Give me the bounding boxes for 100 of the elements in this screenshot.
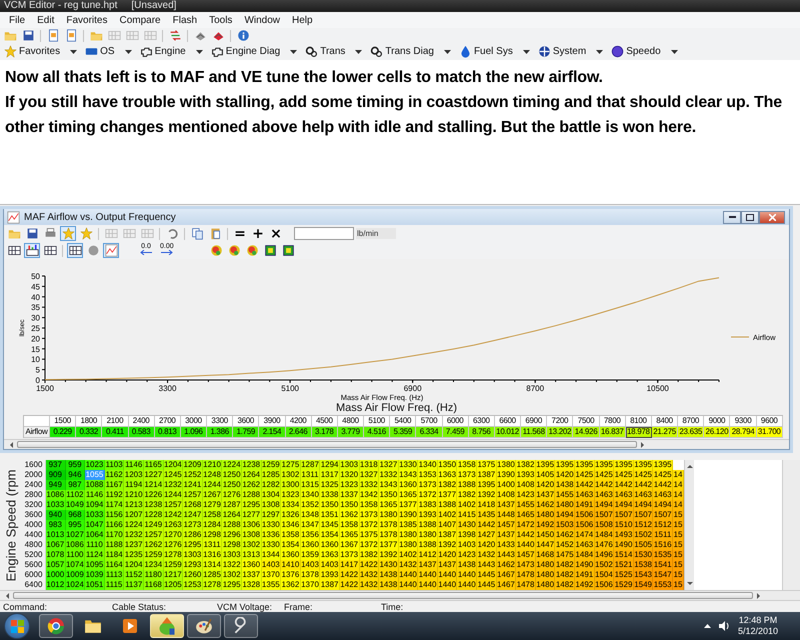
table-cell[interactable]: 1494 (555, 510, 576, 521)
table-cell[interactable]: 1146 (124, 460, 144, 471)
table-cell[interactable]: 1338 (320, 490, 340, 501)
table-cell[interactable]: 15 (673, 530, 684, 541)
table-cell[interactable]: 1403 (320, 560, 340, 571)
table-cell[interactable]: 1253 (183, 580, 203, 591)
vertical-scrollbar[interactable] (782, 460, 800, 590)
table-cell[interactable]: 1408 (516, 480, 536, 491)
table-cell[interactable]: 1235 (124, 550, 144, 561)
table-cell[interactable]: 1350 (320, 500, 340, 511)
table-cell[interactable]: 1402 (457, 500, 478, 511)
table-cell[interactable]: 14.926 (573, 427, 600, 438)
table-cell[interactable]: 28.794 (730, 427, 757, 438)
table-cell[interactable]: 1288 (222, 520, 242, 531)
table-cell[interactable]: 1425 (614, 470, 634, 481)
table-cell[interactable]: 1354 (320, 530, 340, 541)
table-cell[interactable]: 13.202 (547, 427, 574, 438)
operation-button[interactable]: + (250, 226, 266, 241)
table-cell[interactable]: 1494 (653, 500, 673, 511)
table-cell[interactable]: 1298 (222, 540, 242, 551)
table-cell[interactable]: 1463 (575, 540, 595, 551)
table-cell[interactable]: 1372 (418, 490, 438, 501)
table-cell[interactable]: 1521 (614, 560, 634, 571)
table-cell[interactable]: 1442 (477, 520, 497, 531)
table-cell[interactable]: 1094 (85, 500, 105, 511)
table-cell[interactable]: 1358 (281, 530, 301, 541)
table-cell[interactable]: 1507 (614, 510, 634, 521)
table-cell[interactable]: 1388 (418, 520, 438, 531)
table-cell[interactable]: 1224 (222, 460, 242, 471)
table-cell[interactable]: 1373 (418, 480, 438, 491)
table-cell[interactable]: 21.275 (652, 427, 678, 438)
table-cell[interactable]: 1377 (379, 540, 399, 551)
table-cell[interactable]: 1438 (555, 480, 576, 491)
table-cell[interactable]: 1463 (575, 490, 595, 501)
table-cell[interactable]: 1507 (653, 510, 673, 521)
table-cell[interactable]: 1346 (281, 520, 301, 531)
table-cell[interactable]: 1380 (418, 530, 438, 541)
table-cell[interactable]: 14 (673, 500, 684, 511)
menu-item[interactable]: Compare (113, 14, 167, 26)
table-cell[interactable]: 1393 (418, 510, 438, 521)
clock-time[interactable]: 12:48 PM (738, 615, 778, 626)
table-cell[interactable]: 1442 (614, 480, 634, 491)
table-cell[interactable]: 1395 (555, 460, 576, 471)
table-cell[interactable]: 15 (673, 540, 684, 551)
table-cell[interactable]: 1332 (379, 470, 399, 481)
table-cell[interactable]: 1438 (379, 580, 399, 591)
table-cell[interactable]: 1250 (222, 470, 242, 481)
table-cell[interactable]: 6.334 (416, 427, 443, 438)
table-cell[interactable]: 1209 (183, 460, 203, 471)
nav-menu-button[interactable]: Favorites (2, 44, 82, 59)
table-cell[interactable]: 1383 (418, 500, 438, 511)
table-cell[interactable]: 909 (46, 470, 66, 481)
table-cell[interactable]: 1541 (653, 560, 673, 571)
table-cell[interactable]: 1207 (124, 510, 144, 521)
table-cell[interactable]: 14 (673, 470, 684, 481)
table-cell[interactable]: 1210 (124, 490, 144, 501)
table-cell[interactable]: 1110 (85, 540, 105, 551)
operation-button[interactable]: × (268, 226, 284, 241)
table-cell[interactable]: 1511 (653, 530, 673, 541)
nav-menu-button[interactable]: OS (83, 44, 136, 59)
table-cell[interactable]: 1482 (555, 580, 576, 591)
horizontal-scrollbar[interactable] (4, 439, 789, 449)
table-cell[interactable]: 1146 (85, 490, 105, 501)
table-cell[interactable]: 1432 (477, 550, 497, 561)
table-cell[interactable]: 1415 (457, 510, 478, 521)
table-cell[interactable]: 1403 (457, 540, 478, 551)
table-cell[interactable]: 1358 (457, 460, 478, 471)
value-input[interactable] (294, 227, 354, 240)
table-cell[interactable]: 1514 (614, 550, 634, 561)
table-cell[interactable]: 1086 (46, 490, 66, 501)
table-cell[interactable]: 1491 (575, 570, 595, 581)
clock-date[interactable]: 5/12/2010 (738, 626, 778, 637)
table-cell[interactable]: 1354 (281, 540, 301, 551)
table-cell[interactable]: 1047 (85, 520, 105, 531)
table-cell[interactable]: 1445 (477, 570, 497, 581)
table-cell[interactable]: 1395 (614, 460, 634, 471)
table-cell[interactable]: 1425 (575, 470, 595, 481)
menu-item[interactable]: File (3, 14, 32, 26)
table-cell[interactable]: 26.120 (704, 427, 730, 438)
table-cell[interactable]: 1490 (614, 540, 634, 551)
table-cell[interactable]: 1430 (457, 520, 478, 531)
table-cell[interactable]: 3.178 (312, 427, 338, 438)
table-cell[interactable]: 1287 (222, 500, 242, 511)
table-cell[interactable]: 1437 (418, 560, 438, 571)
table-cell[interactable]: 1442 (653, 480, 673, 491)
taskbar-button[interactable] (224, 614, 258, 638)
close-button[interactable] (759, 210, 785, 224)
table-cell[interactable]: 1302 (222, 570, 242, 581)
table-cell[interactable]: 1423 (457, 550, 478, 561)
table-cell[interactable]: 1395 (575, 460, 595, 471)
table-cell[interactable]: 1295 (222, 580, 242, 591)
table-cell[interactable]: 940 (46, 510, 66, 521)
table-cell[interactable]: 1250 (222, 480, 242, 491)
table-cell[interactable]: 1440 (418, 570, 438, 581)
table-cell[interactable]: 10.012 (494, 427, 522, 438)
table-cell[interactable]: 1463 (653, 490, 673, 501)
horizontal-scrollbar[interactable] (0, 590, 800, 600)
table-cell[interactable]: 1482 (555, 570, 576, 581)
table-cell[interactable]: 1023 (85, 460, 105, 471)
table-cell[interactable]: 1463 (614, 490, 634, 501)
